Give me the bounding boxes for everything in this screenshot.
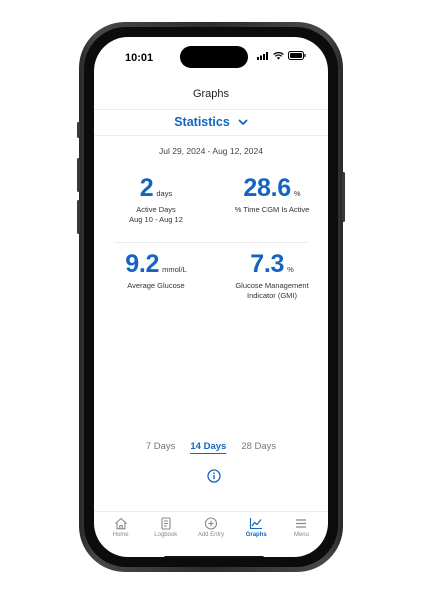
wifi-icon xyxy=(273,51,284,59)
tab-logbook-label: Logbook xyxy=(154,532,178,538)
time-cgm-stat: 28.6 % % Time CGM Is Active xyxy=(216,174,328,215)
range-tabs: 7 Days 14 Days 28 Days xyxy=(94,441,328,454)
range-tab-7-days[interactable]: 7 Days xyxy=(146,441,176,454)
active-days-stat: 2 days Active Days Aug 10 - Aug 12 xyxy=(100,174,212,225)
page-title: Graphs xyxy=(192,88,230,100)
active-days-value: 2 xyxy=(139,174,154,202)
battery-icon xyxy=(288,51,306,60)
header-divider xyxy=(94,109,328,110)
screen: 10:01 Graphs Statistics Jul 29, 2024 - A… xyxy=(94,37,328,557)
phone-bezel: 10:01 Graphs Statistics Jul 29, 2024 - A… xyxy=(84,27,338,567)
average-glucose-value: 9.2 xyxy=(125,250,160,278)
chevron-down-icon xyxy=(238,119,248,125)
dynamic-island xyxy=(180,46,248,68)
selector-label: Statistics xyxy=(174,115,230,129)
tab-add-entry[interactable]: Add Entry xyxy=(188,517,233,551)
tab-graphs[interactable]: Graphs xyxy=(234,517,279,551)
date-range: Jul 29, 2024 - Aug 12, 2024 xyxy=(159,146,263,156)
volume-up-button xyxy=(77,158,80,192)
tab-graphs-label: Graphs xyxy=(245,532,267,538)
graphs-icon xyxy=(250,518,263,530)
info-icon[interactable] xyxy=(207,469,221,483)
gmi-stat: 7.3 % Glucose Management Indicator (GMI) xyxy=(216,250,328,301)
gmi-unit: % xyxy=(287,265,294,274)
menu-icon xyxy=(296,519,307,528)
status-icons xyxy=(257,51,306,60)
power-button xyxy=(342,172,345,222)
range-tab-28-days[interactable]: 28 Days xyxy=(241,441,276,454)
signal-icon xyxy=(257,51,268,60)
active-days-unit: days xyxy=(156,189,173,198)
tab-bar: Home Logbook Add Entry Graphs Menu xyxy=(94,511,328,551)
stats-divider xyxy=(114,242,308,243)
statistics-selector[interactable]: Statistics xyxy=(94,115,328,129)
gmi-value: 7.3 xyxy=(250,250,285,278)
time-cgm-unit: % xyxy=(293,189,301,198)
active-days-range: Aug 10 - Aug 12 xyxy=(129,215,183,224)
action-button xyxy=(77,122,80,138)
average-glucose-stat: 9.2 mmol/L Average Glucose xyxy=(100,250,212,291)
add-entry-icon xyxy=(204,517,218,530)
gmi-label-line1: Glucose Management xyxy=(235,281,309,290)
gmi-label-line2: Indicator (GMI) xyxy=(246,291,297,300)
home-icon xyxy=(114,517,127,530)
tab-home[interactable]: Home xyxy=(98,517,143,551)
time-cgm-value: 28.6 xyxy=(243,174,291,202)
phone-frame: 10:01 Graphs Statistics Jul 29, 2024 - A… xyxy=(77,22,345,572)
home-indicator xyxy=(164,556,264,557)
tab-add-entry-label: Add Entry xyxy=(197,532,225,538)
tab-menu-label: Menu xyxy=(293,532,309,538)
logbook-icon xyxy=(161,517,171,530)
average-glucose-unit: mmol/L xyxy=(162,265,187,274)
volume-down-button xyxy=(77,200,80,234)
tab-logbook[interactable]: Logbook xyxy=(143,517,188,551)
active-days-label: Active Days xyxy=(136,205,176,214)
selector-divider xyxy=(94,135,328,136)
time-cgm-label: % Time CGM Is Active xyxy=(234,205,310,214)
tab-home-label: Home xyxy=(112,532,129,538)
average-glucose-label: Average Glucose xyxy=(127,281,185,290)
range-tab-14-days[interactable]: 14 Days xyxy=(190,441,227,454)
status-time: 10:01 xyxy=(125,52,154,64)
tab-menu[interactable]: Menu xyxy=(279,517,324,551)
